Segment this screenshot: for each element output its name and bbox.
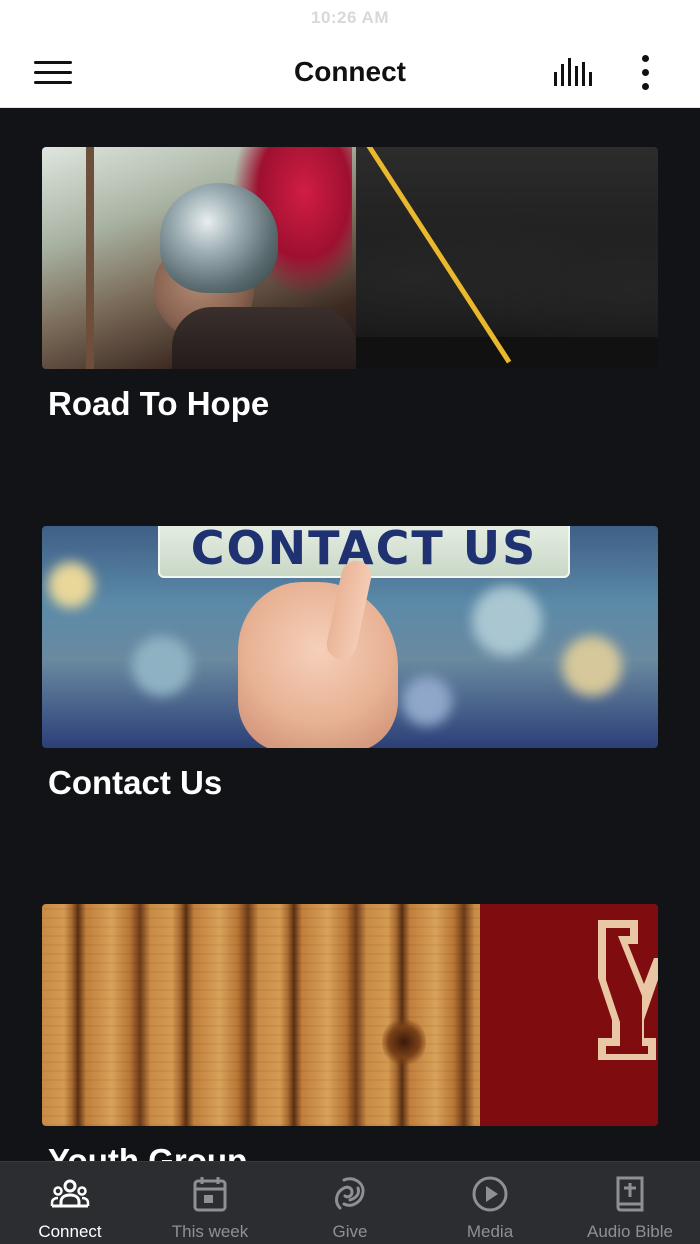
tab-label: Media	[466, 1222, 514, 1241]
more-options-button[interactable]	[628, 50, 664, 94]
card-contact-us[interactable]: CONTACT US Contact Us	[42, 526, 658, 802]
tab-label: Connect	[38, 1222, 102, 1241]
play-circle-icon	[472, 1176, 508, 1212]
card-image-contact-us: CONTACT US	[42, 526, 658, 748]
status-bar: 10:26 AM	[0, 0, 700, 36]
calendar-icon	[193, 1177, 227, 1212]
tab-audio-bible[interactable]: Audio Bible	[560, 1162, 700, 1244]
card-title: Youth Group	[48, 1142, 248, 1161]
tab-media[interactable]: Media	[420, 1162, 560, 1244]
y-letter-shape	[598, 920, 658, 1060]
tab-give[interactable]: Give	[280, 1162, 420, 1244]
card-youth-group[interactable]: Youth Group	[42, 904, 658, 1161]
people-icon	[50, 1179, 90, 1208]
tab-bar: Connect This week Give Media Audio Bible	[0, 1161, 700, 1244]
audio-player-button[interactable]	[548, 54, 596, 90]
more-dot-icon	[642, 69, 649, 76]
bible-icon	[616, 1176, 644, 1212]
give-icon	[335, 1177, 365, 1210]
more-dot-icon	[642, 83, 649, 90]
card-title: Contact Us	[48, 764, 223, 801]
audio-bars-icon	[554, 58, 592, 86]
more-dot-icon	[642, 55, 649, 62]
card-image-road-to-hope	[42, 147, 658, 369]
card-road-to-hope[interactable]: Road To Hope	[42, 147, 658, 423]
tab-label: This week	[171, 1222, 249, 1241]
card-image-youth-group	[42, 904, 658, 1126]
tab-label: Audio Bible	[586, 1222, 673, 1241]
hamburger-icon-bar	[34, 71, 72, 74]
card-title: Road To Hope	[48, 385, 270, 422]
hamburger-icon-bar	[34, 61, 72, 64]
status-time: 10:26 AM	[310, 8, 389, 27]
content-list[interactable]: Road To Hope CONTACT US Contact Us Youth…	[0, 108, 700, 1161]
app-header: Connect	[0, 36, 700, 108]
tab-label: Give	[332, 1222, 368, 1241]
menu-button[interactable]	[28, 54, 78, 90]
hamburger-icon-bar	[34, 81, 72, 84]
tab-connect[interactable]: Connect	[0, 1162, 140, 1244]
tab-this-week[interactable]: This week	[140, 1162, 280, 1244]
